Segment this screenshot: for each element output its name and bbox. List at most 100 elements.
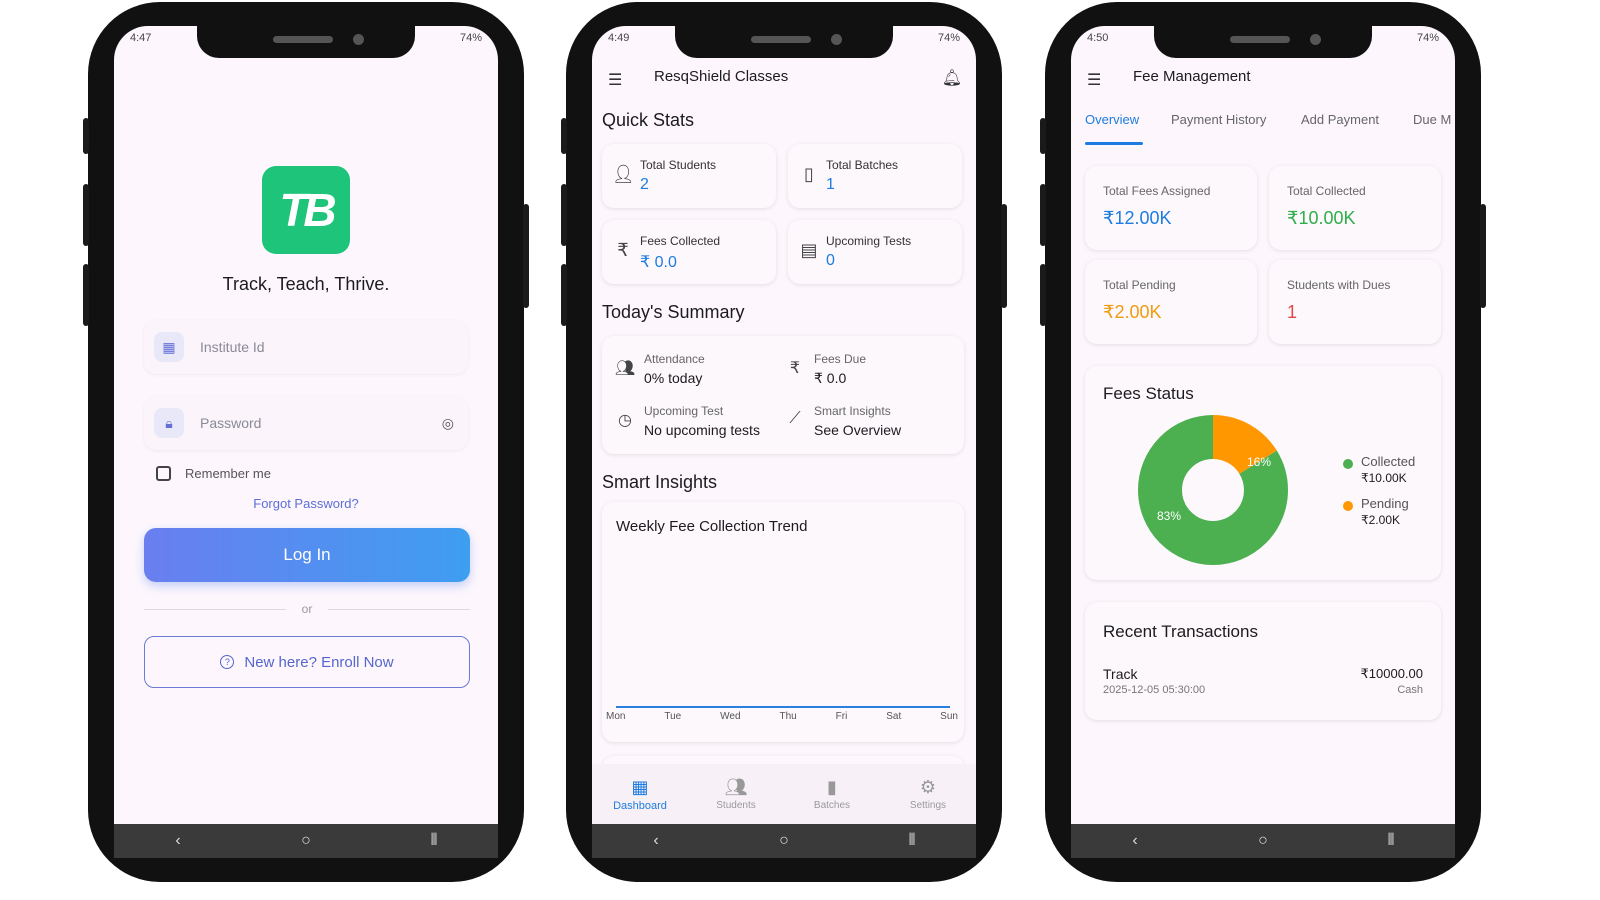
back-icon[interactable]: ‹ [626,832,686,850]
insights-title: Smart Insights [602,472,718,492]
clock-icon: ◷ [618,412,632,429]
nav-students[interactable]: 👥︎ Students [696,777,776,811]
menu-icon[interactable]: ☰ [608,70,622,90]
fee-label: Total Pending [1103,278,1176,292]
recents-icon[interactable]: ⦀ [404,832,464,850]
summary-value: ₹ 0.0 [814,370,847,386]
tab-overview[interactable]: Overview [1085,112,1139,127]
tagline: Track, Teach, Thrive. [222,274,390,294]
stat-value: 2 [640,176,649,193]
recents-icon[interactable]: ⦀ [882,832,942,850]
password-field[interactable]: 🔒︎ Password ◎ [144,396,468,450]
tab-due[interactable]: Due M [1413,112,1451,127]
back-icon[interactable]: ‹ [1105,832,1165,850]
phone-dashboard: 4:49 74% ☰ ResqShield Classes 🔔︎ Quick S… [561,2,1007,882]
trend-card: Weekly Fee Collection Trend Mon Tue Wed … [602,502,964,742]
app-title: Fee Management [1133,68,1251,85]
institute-id-field[interactable]: ▦ Institute Id [144,320,468,374]
clipboard-icon: ▤ [800,240,818,260]
enroll-label: New here? Enroll Now [244,653,394,671]
fees-donut-chart: 83% 16% [1138,415,1288,565]
fee-label: Total Fees Assigned [1103,184,1211,198]
battery-level: 74% [459,32,482,44]
app-title: ResqShield Classes [654,68,789,85]
side-button [83,264,89,326]
summary-value: 0% today [644,370,703,386]
stat-card-tests[interactable]: ▤ Upcoming Tests 0 [788,220,962,284]
fees-status-card: Fees Status 83% 16% Collected ₹10.00K Pe… [1085,366,1441,580]
help-icon: ? [220,655,235,669]
stat-card-students[interactable]: 👤︎ Total Students 2 [602,144,776,208]
donut-label-collected: 83% [1157,509,1181,523]
stat-label: Fees Collected [640,234,721,248]
back-icon[interactable]: ‹ [148,832,208,850]
remember-label: Remember me [185,466,271,481]
tab-add-payment[interactable]: Add Payment [1301,112,1379,127]
fee-card-pending: Total Pending ₹2.00K [1085,260,1257,344]
stat-card-batches[interactable]: ▯ Total Batches 1 [788,144,962,208]
legend-value: ₹10.00K [1361,471,1407,485]
rupee-icon: ₹ [789,360,801,377]
app-bar: ☰ Fee Management [1071,66,1455,96]
forgot-password-link[interactable]: Forgot Password? [114,496,498,511]
legend-pending: Pending ₹2.00K [1343,496,1409,527]
battery-level: 74% [1416,32,1439,44]
phone-login: 4:47 74% TB Track, Teach, Thrive. ▦ Inst… [83,2,529,882]
app-bar: ☰ ResqShield Classes 🔔︎ [592,66,976,96]
fee-label: Students with Dues [1287,278,1391,292]
fee-label: Total Collected [1287,184,1366,198]
stat-label: Upcoming Tests [826,234,912,248]
home-icon[interactable]: ○ [276,832,336,850]
transaction-date: 2025-12-05 05:30:00 [1103,684,1206,696]
nav-settings[interactable]: ⚙︎ Settings [888,777,968,811]
nav-batches[interactable]: ▮ Batches [792,777,872,811]
remember-checkbox[interactable] [156,466,171,481]
app-logo: TB [262,166,350,254]
trend-line [616,706,950,708]
trend-title: Weekly Fee Collection Trend [616,518,808,535]
stat-value: 1 [826,176,835,193]
building-icon: ▦ [154,332,184,362]
summary-label: Fees Due [814,352,867,366]
system-navbar: ‹ ○ ⦀ [592,824,976,858]
recents-icon[interactable]: ⦀ [1361,832,1421,850]
nav-label: Settings [909,800,947,811]
enroll-button[interactable]: ? New here? Enroll Now [144,636,470,688]
phone-fees: 4:50 74% ☰ Fee Management Overview Payme… [1040,2,1486,882]
tab-payment-history[interactable]: Payment History [1171,112,1266,127]
transaction-amount: ₹10000.00 [1360,666,1424,681]
password-placeholder: Password [200,415,262,431]
home-icon[interactable]: ○ [1233,832,1293,850]
side-button [523,204,529,308]
legend-label: Pending [1361,496,1409,511]
menu-icon[interactable]: ☰ [1087,70,1101,90]
side-button [1480,204,1486,308]
login-button[interactable]: Log In [144,528,470,582]
students-icon: 👥︎ [724,777,748,797]
day-label: Mon [606,711,626,722]
day-label: Fri [835,711,848,722]
transaction-method: Cash [1397,684,1423,696]
bell-icon[interactable]: 🔔︎ [942,68,962,88]
system-navbar: ‹ ○ ⦀ [114,824,498,858]
fee-value: ₹10.00K [1287,208,1356,228]
day-label: Sat [886,711,902,722]
remember-me[interactable]: Remember me [156,466,271,481]
nav-dashboard[interactable]: ▦ Dashboard [600,777,680,812]
stat-card-fees[interactable]: ₹ Fees Collected ₹ 0.0 [602,220,776,284]
bottom-nav: ▦ Dashboard 👥︎ Students ▮ Batches ⚙︎ Set… [592,764,976,824]
day-label: Tue [664,711,682,722]
legend-value: ₹2.00K [1361,513,1400,527]
person-icon: 👤︎ [612,164,635,184]
lock-icon: 🔒︎ [154,408,184,438]
rupee-icon: ₹ [617,240,629,260]
home-icon[interactable]: ○ [754,832,814,850]
fee-card-assigned: Total Fees Assigned ₹12.00K [1085,166,1257,250]
status-time: 4:49 [608,32,630,44]
legend-collected: Collected ₹10.00K [1343,454,1415,485]
summary-label: Smart Insights [814,404,891,418]
fee-value: ₹12.00K [1103,208,1172,228]
visibility-off-icon[interactable]: ◎ [442,415,454,432]
fees-screen: 4:50 74% ☰ Fee Management Overview Payme… [1071,26,1455,858]
legend-dot [1343,501,1353,511]
